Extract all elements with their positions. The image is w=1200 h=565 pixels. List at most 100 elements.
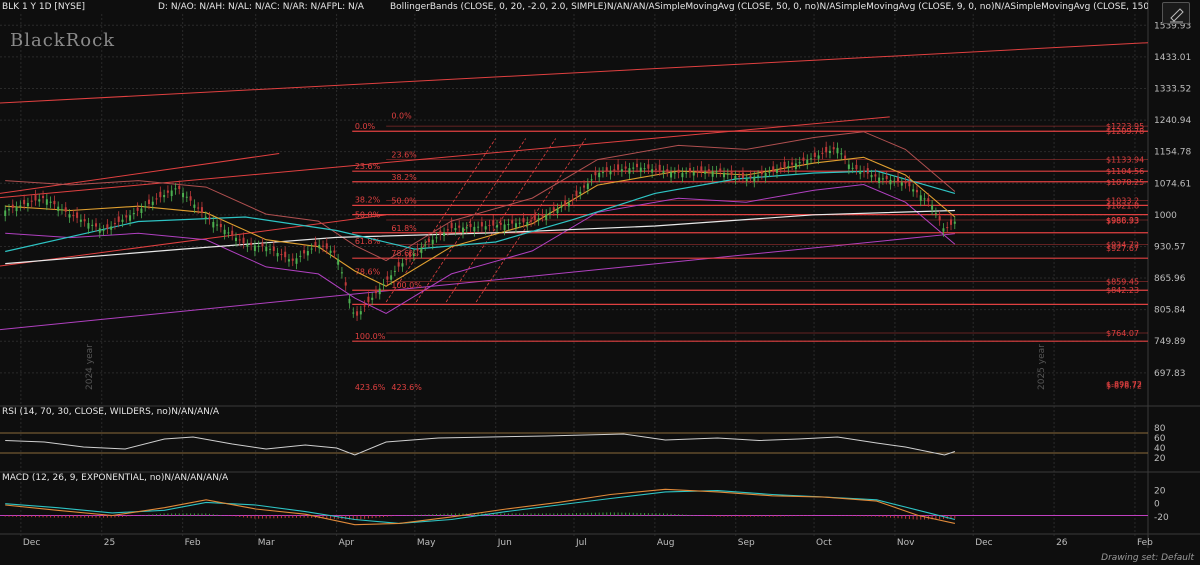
candle-body [390, 275, 393, 280]
price-tick-label: 749.89 [1154, 337, 1186, 347]
candle-body [189, 196, 192, 201]
candle-body [280, 253, 283, 256]
candle-body [492, 220, 495, 226]
candle-body [934, 212, 937, 214]
candle-body [159, 191, 162, 198]
candle-body [738, 175, 741, 178]
candle-body [832, 147, 835, 150]
candle-body [178, 185, 181, 190]
time-tick-label: Apr [339, 538, 355, 548]
candle-body [541, 214, 544, 217]
candle-body [734, 175, 737, 180]
candle-body [942, 228, 945, 232]
candle-body [651, 169, 654, 173]
candle-body [881, 178, 884, 180]
candle-body [768, 171, 771, 173]
drawing-tool-button[interactable] [1162, 2, 1190, 24]
candle-body [753, 176, 756, 183]
candle-body [333, 250, 336, 253]
macd-tick-label: 0 [1154, 500, 1160, 510]
price-level-label: $1209.78 [1106, 127, 1144, 136]
time-tick-label: Oct [816, 538, 832, 548]
candle-body [545, 214, 548, 220]
candle-body [844, 155, 847, 159]
candle-body [586, 183, 589, 189]
candle-body [908, 180, 911, 187]
candle-body [810, 158, 813, 160]
candle-body [446, 229, 449, 231]
candle-body [715, 171, 718, 173]
candle-body [477, 226, 480, 228]
candle-body [216, 224, 219, 226]
fib-label: 100.0% [391, 281, 422, 290]
candle-body [42, 195, 45, 199]
candle-body [764, 173, 767, 178]
candle-body [518, 222, 521, 224]
candle-body [473, 226, 476, 232]
candle-body [749, 175, 752, 178]
candle-body [893, 180, 896, 182]
candle-body [435, 237, 438, 239]
candle-body [647, 164, 650, 169]
candle-body [57, 206, 60, 212]
candle-body [802, 157, 805, 161]
price-level-label: $927.67 [1106, 244, 1139, 253]
candle-body [363, 305, 366, 307]
candle-body [670, 171, 673, 178]
candle-body [609, 171, 612, 175]
candle-body [185, 196, 188, 198]
candle-body [170, 190, 173, 197]
candle-body [915, 190, 918, 193]
candle-body [503, 224, 506, 230]
candle-body [53, 200, 56, 205]
candle-body [707, 169, 710, 172]
candle-body [817, 155, 820, 159]
candle-body [514, 223, 517, 228]
studies-legend[interactable]: BollingerBands (CLOSE, 0, 20, -2.0, 2.0,… [390, 0, 1148, 14]
candle-body [704, 171, 707, 174]
candle-body [870, 175, 873, 178]
candle-body [787, 166, 790, 169]
symbol-label[interactable]: BLK 1 Y 1D [NYSE] [2, 0, 85, 14]
candle-body [688, 168, 691, 173]
candle-body [163, 194, 166, 198]
candle-body [15, 206, 18, 212]
candle-body [325, 243, 328, 249]
candle-body [219, 223, 222, 228]
drawing-set-label: Drawing set: Default [1101, 553, 1194, 563]
candle-body [272, 246, 275, 251]
candle-body [499, 222, 502, 225]
candle-body [662, 170, 665, 174]
candle-body [204, 216, 207, 219]
fib-label: 78.6% [391, 249, 417, 258]
candle-body [556, 208, 559, 214]
candle-body [620, 169, 623, 172]
candle-body [386, 276, 389, 280]
time-tick-label: Sep [738, 538, 755, 548]
chart-header: BLK 1 Y 1D [NYSE] D: N/AO: N/AH: N/AL: N… [0, 0, 1148, 14]
candle-body [113, 223, 116, 225]
candle-body [719, 168, 722, 172]
candle-body [322, 245, 325, 247]
candle-body [950, 219, 953, 225]
candle-body [11, 204, 14, 208]
price-level-label: $986.93 [1106, 217, 1139, 226]
year-label: 2025 year [1037, 344, 1047, 390]
blackrock-logo: BlackRock [10, 30, 116, 51]
candle-body [533, 214, 536, 221]
candle-body [306, 250, 309, 256]
candle-body [681, 172, 684, 178]
candle-body [605, 167, 608, 172]
candle-body [469, 223, 472, 228]
candle-body [397, 262, 400, 267]
candle-body [79, 219, 82, 222]
candle-body [38, 199, 41, 202]
candle-body [636, 163, 639, 168]
candle-body [745, 178, 748, 182]
candle-body [537, 218, 540, 221]
candle-body [480, 222, 483, 227]
candle-body [314, 241, 317, 247]
candle-body [253, 245, 256, 251]
candle-body [666, 169, 669, 172]
time-tick-label: 25 [104, 538, 115, 548]
